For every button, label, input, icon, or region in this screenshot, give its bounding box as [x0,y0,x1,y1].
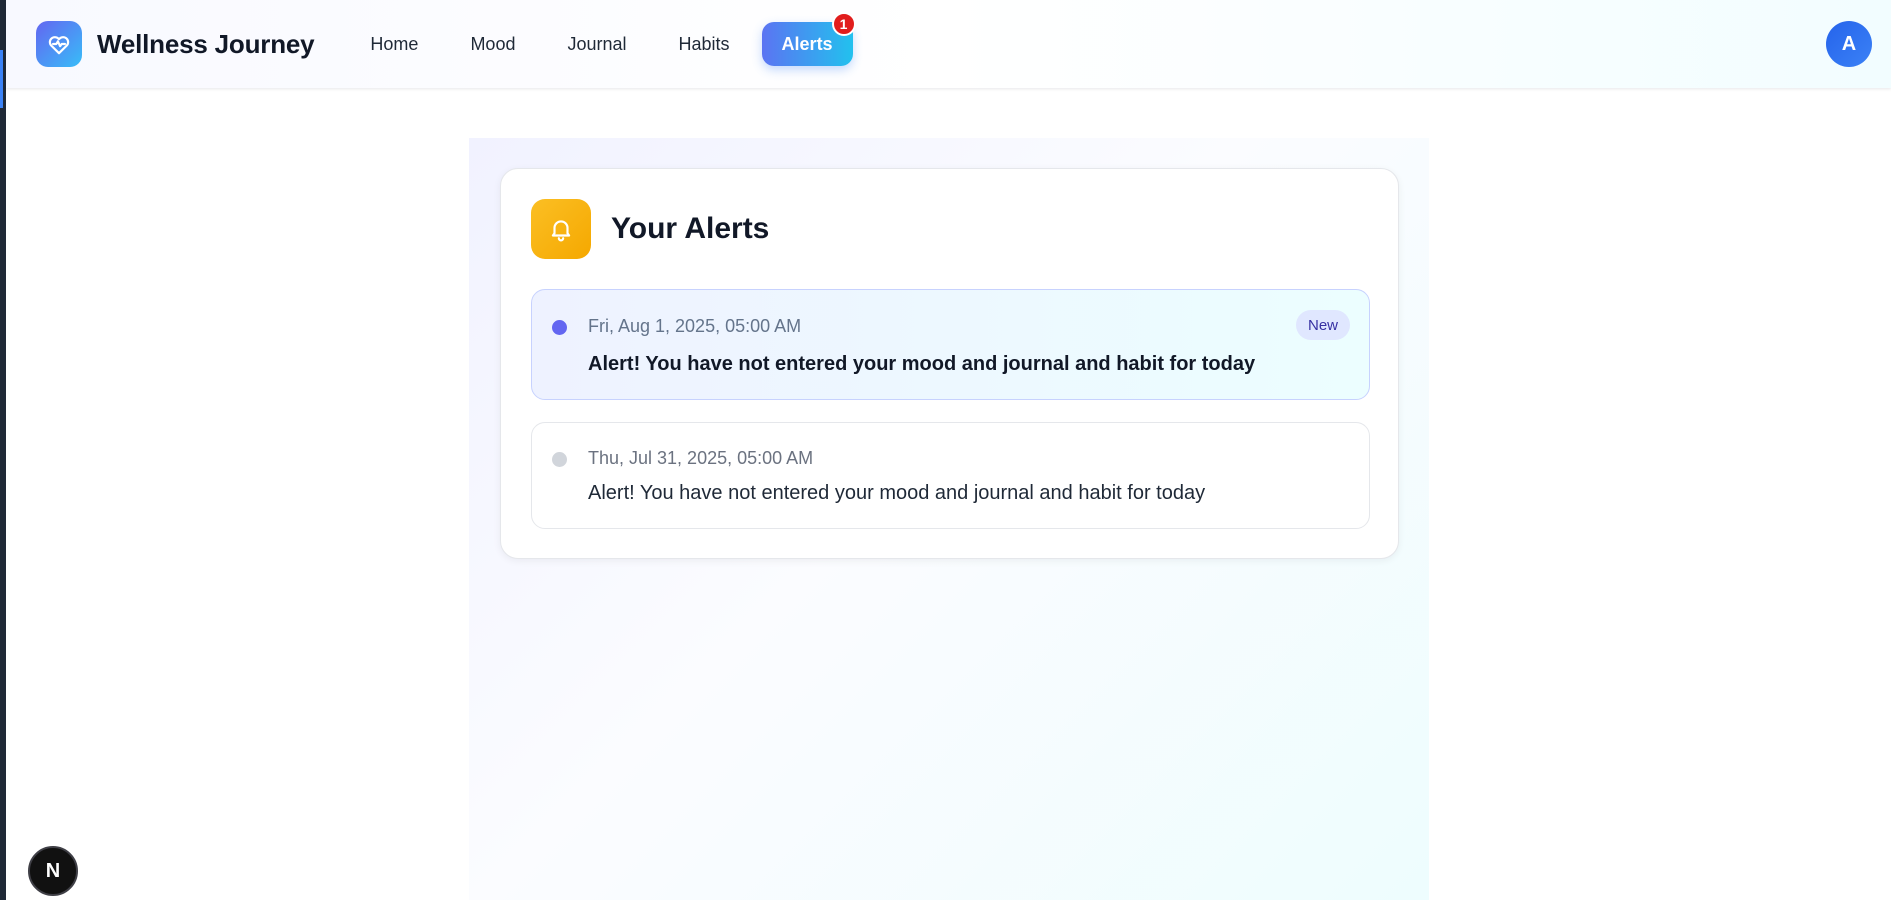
nav-journal-label: Journal [567,33,627,54]
alerts-card-header: Your Alerts [531,199,769,259]
nav-home[interactable]: Home [350,22,438,66]
window-edge-accent [0,50,3,108]
nav-journal[interactable]: Journal [547,22,646,66]
new-status-badge: New [1295,310,1350,340]
alert-item-read[interactable]: Thu, Jul 31, 2025, 05:00 AM Alert! You h… [531,422,1370,529]
alert-message: Alert! You have not entered your mood an… [588,482,1206,504]
dev-tools-indicator[interactable]: N [28,846,78,896]
bell-icon [531,199,591,259]
window-left-edge [0,0,6,900]
alert-timestamp: Fri, Aug 1, 2025, 05:00 AM [588,316,802,336]
nav-alerts-label: Alerts [781,33,833,54]
alerts-card: Your Alerts Fri, Aug 1, 2025, 05:00 AM A… [500,168,1399,559]
alerts-title: Your Alerts [611,212,770,245]
alerts-count-badge: 1 [831,12,856,36]
nav-mood-label: Mood [470,33,516,54]
nav-habits[interactable]: Habits [659,22,750,66]
read-indicator-dot [552,452,567,467]
app-title: Wellness Journey [97,28,315,59]
top-navigation-bar: Wellness Journey Home Mood Journal Habit… [6,0,1891,88]
nav-home-label: Home [370,33,419,54]
unread-indicator-dot [552,320,567,335]
nav-alerts[interactable]: Alerts 1 [761,12,856,66]
main-nav: Home Mood Journal Habits Alerts 1 [350,12,864,66]
user-avatar[interactable]: A [1826,21,1872,67]
brand[interactable]: Wellness Journey [36,21,315,67]
alert-timestamp: Thu, Jul 31, 2025, 05:00 AM [588,448,814,468]
nav-habits-label: Habits [678,33,730,54]
heart-pulse-icon [36,21,82,67]
nav-mood[interactable]: Mood [450,22,535,66]
alert-message: Alert! You have not entered your mood an… [588,353,1256,375]
alert-item-unread[interactable]: Fri, Aug 1, 2025, 05:00 AM Alert! You ha… [531,289,1370,400]
